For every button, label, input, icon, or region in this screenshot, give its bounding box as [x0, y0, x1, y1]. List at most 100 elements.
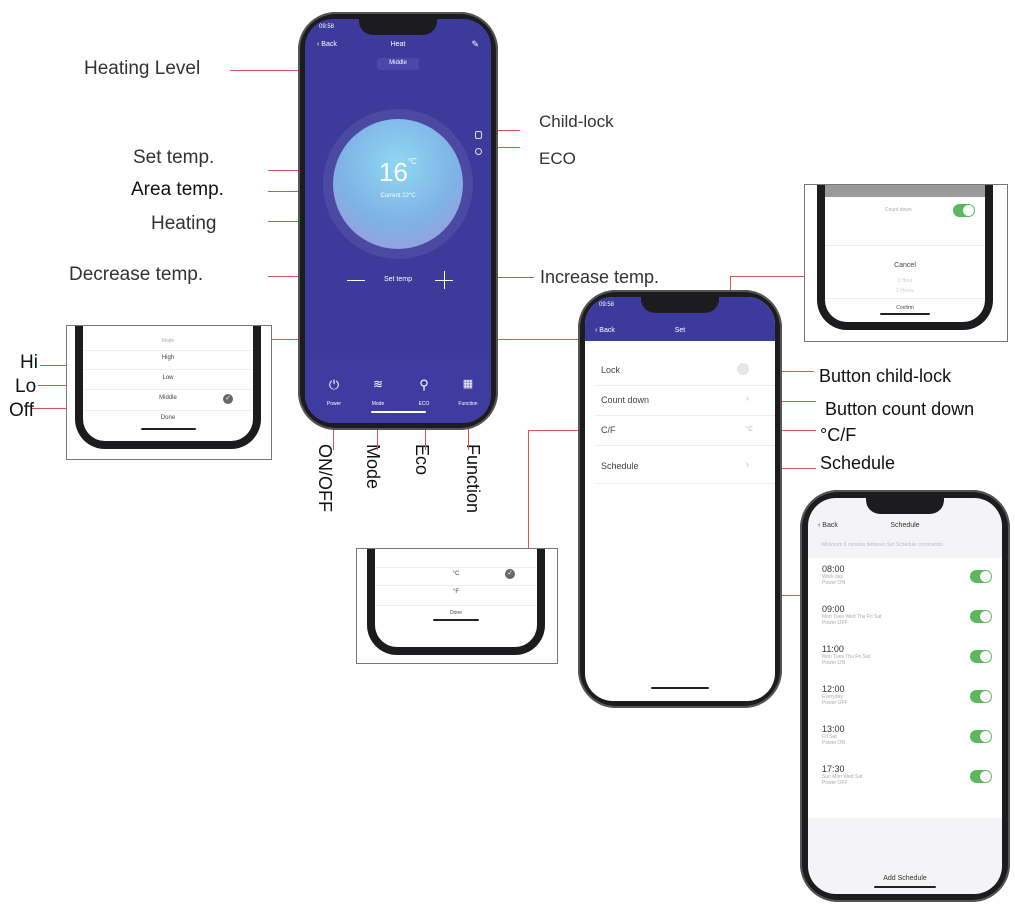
- countdown-option-2[interactable]: 2 Hours: [825, 288, 985, 294]
- schedule-action: Power ON: [822, 740, 846, 746]
- confirm-button[interactable]: Confirm: [825, 305, 985, 311]
- mode-popup-sheet: Mode High Low Middle ✓ Done: [83, 326, 253, 441]
- schedule-time: 17:30: [822, 764, 845, 774]
- eco-button-icon[interactable]: ⚲: [409, 377, 439, 393]
- label-decrease-temp: Decrease temp.: [69, 264, 204, 285]
- schedule-item[interactable]: 13:00 Fri Sat Power ON: [822, 724, 992, 758]
- divider: [375, 567, 537, 568]
- schedule-item[interactable]: 17:30 Sun Mon Wed Sat Power OFF: [822, 764, 992, 798]
- add-schedule-button[interactable]: Add Schedule: [808, 875, 1002, 882]
- plus-v: [444, 271, 445, 289]
- heat-phone: 09:58 ‹ Back Heat ✎ Middle 16°C Current …: [298, 12, 498, 430]
- mode-option-low[interactable]: Low: [83, 375, 253, 381]
- schedule-time: 09:00: [822, 604, 845, 614]
- label-mode: Mode: [363, 444, 383, 490]
- power-icon[interactable]: ⏻: [319, 377, 349, 393]
- done-button[interactable]: Done: [83, 415, 253, 421]
- cf-popup-sheet: °C ✓ °F Done: [375, 549, 537, 647]
- label-heating: Heating: [151, 213, 217, 234]
- countdown-popup-frame: Count down Cancel 1 Hour 2 Hours Confirm: [817, 185, 993, 330]
- schedule-item[interactable]: 08:00 Work day Power ON: [822, 564, 992, 598]
- schedule-screen: ‹ Back Schedule Minimum 5 minutes betwee…: [808, 498, 1002, 894]
- heating-level-chip[interactable]: Middle: [377, 58, 419, 70]
- set-screen: 09:58 ‹ Back Set Lock Count down › C/F °…: [585, 297, 775, 701]
- label-button-child-lock: Button child-lock: [819, 366, 952, 386]
- schedule-action: Power OFF: [822, 700, 848, 706]
- label-set-temp: Set temp.: [133, 147, 215, 168]
- done-button[interactable]: Done: [375, 610, 537, 616]
- notch: [359, 19, 437, 35]
- label-lo: Lo: [15, 376, 37, 397]
- heating-level-value: Middle: [389, 60, 407, 66]
- schedule-toggle[interactable]: [970, 730, 992, 743]
- countdown-toggle[interactable]: [953, 204, 975, 217]
- cancel-button[interactable]: Cancel: [825, 262, 985, 269]
- mode-label: Mode: [371, 401, 385, 407]
- mode-option-high[interactable]: High: [83, 355, 253, 361]
- bottom-bar: ⏻ ≋ ⚲ ▦ Power Mode ECO Function: [305, 359, 491, 423]
- cf-value[interactable]: °C: [745, 426, 753, 433]
- set-title: Set: [674, 327, 686, 334]
- notch: [866, 498, 944, 514]
- schedule-item[interactable]: 09:00 Mon Tues Wed Thu Fri Sat Power OFF: [822, 604, 992, 638]
- divider: [595, 415, 775, 416]
- label-on-off: ON/OFF: [315, 444, 335, 512]
- divider: [595, 483, 775, 484]
- schedule-time: 08:00: [822, 564, 845, 574]
- label-button-count-down: Button count down: [825, 399, 975, 419]
- cf-popup: °C ✓ °F Done: [356, 548, 558, 664]
- label-eco-button: Eco: [412, 444, 432, 476]
- schedule-toggle[interactable]: [970, 570, 992, 583]
- dim-overlay: [825, 185, 985, 197]
- schedule-toggle[interactable]: [970, 690, 992, 703]
- mode-icon[interactable]: ≋: [363, 377, 393, 391]
- schedule-toggle[interactable]: [970, 770, 992, 783]
- label-eco: ECO: [539, 149, 576, 168]
- heat-screen: 09:58 ‹ Back Heat ✎ Middle 16°C Current …: [305, 19, 491, 423]
- schedule-list: 08:00 Work day Power ON 09:00 Mon Tues W…: [808, 558, 1002, 818]
- schedule-time: 12:00: [822, 684, 845, 694]
- schedule-item[interactable]: 11:00 Mon Tues Thu Fri Sat Power ON: [822, 644, 992, 678]
- home-indicator: [433, 619, 479, 621]
- child-lock-icon: [475, 131, 482, 139]
- area-temp-value: Current 22°C: [380, 193, 416, 199]
- check-icon: ✓: [505, 569, 515, 579]
- divider: [375, 585, 537, 586]
- notch: [641, 297, 719, 313]
- status-time: 09:58: [319, 24, 335, 30]
- edit-icon[interactable]: ✎: [471, 39, 479, 50]
- cf-option-f[interactable]: °F: [375, 589, 537, 595]
- schedule-phone: ‹ Back Schedule Minimum 5 minutes betwee…: [800, 490, 1010, 902]
- schedule-item[interactable]: 12:00 Everyday Power OFF: [822, 684, 992, 718]
- schedule-toggle[interactable]: [970, 650, 992, 663]
- schedule-toggle[interactable]: [970, 610, 992, 623]
- mode-popup: Mode High Low Middle ✓ Done: [66, 325, 272, 460]
- divider: [825, 245, 985, 246]
- label-child-lock: Child-lock: [539, 112, 614, 131]
- temp-unit: °C: [407, 157, 417, 166]
- home-indicator: [880, 313, 930, 315]
- schedule-title: Schedule: [890, 522, 920, 529]
- divider: [825, 298, 985, 299]
- schedule-time: 13:00: [822, 724, 845, 734]
- eco-label: ECO: [418, 401, 430, 407]
- increase-temp-button[interactable]: [435, 271, 453, 289]
- cf-popup-frame: °C ✓ °F Done: [367, 549, 545, 655]
- home-indicator: [371, 411, 426, 413]
- countdown-option-1[interactable]: 1 Hour: [825, 278, 985, 284]
- countdown-popup-sheet: Count down Cancel 1 Hour 2 Hours Confirm: [825, 185, 985, 322]
- lock-switch[interactable]: [737, 363, 749, 375]
- schedule-action: Power OFF: [822, 780, 848, 786]
- power-label: Power: [326, 401, 342, 407]
- status-time: 09:58: [599, 302, 615, 308]
- function-label: Function: [458, 401, 478, 407]
- label-off: Off: [9, 400, 34, 421]
- set-temp-label: Set temp: [383, 276, 412, 283]
- countdown-chevron-icon[interactable]: ›: [746, 393, 749, 403]
- temp-dial: 16°C Current 22°C: [333, 119, 463, 249]
- function-icon[interactable]: ▦: [453, 377, 483, 390]
- label-hi: Hi: [20, 352, 38, 373]
- schedule-chevron-icon[interactable]: ›: [746, 459, 749, 469]
- label-schedule: Schedule: [820, 453, 896, 473]
- eco-icon: [475, 148, 482, 155]
